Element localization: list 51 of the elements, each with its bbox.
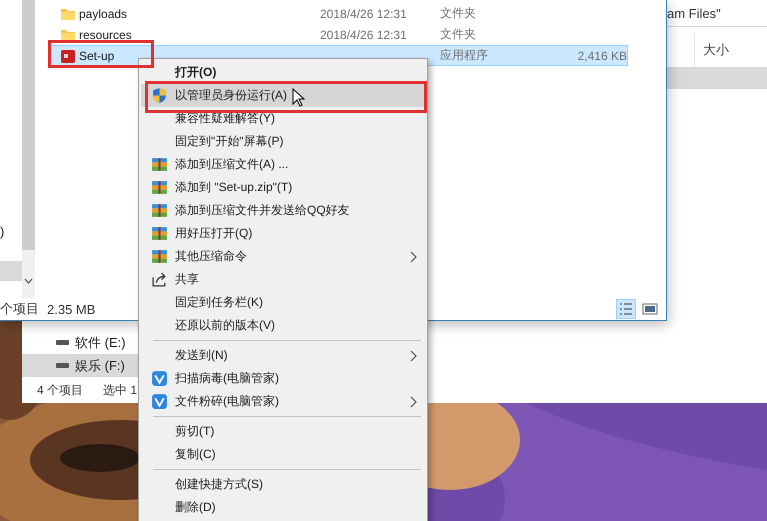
nav-item[interactable]: 娱乐 (F:) [22, 354, 138, 377]
scrollbar[interactable] [22, 0, 35, 298]
drive-icon [56, 363, 69, 368]
file-name: payloads [79, 6, 128, 20]
menu-item[interactable]: 固定到"开始"屏幕(P) [141, 130, 425, 153]
chevron-right-icon [410, 396, 417, 408]
file-type: 文件夹 [440, 5, 477, 22]
menu-item[interactable]: 文件粉碎(电脑管家) [141, 390, 425, 413]
status-text: 2.35 MB [47, 302, 96, 316]
menu-item[interactable]: 创建快捷方式(S) [141, 473, 425, 496]
file-date: 2018/4/26 12:31 [320, 28, 408, 42]
file-row[interactable]: resources 2018/4/26 12:31 文件夹 [48, 24, 628, 45]
chevron-right-icon [410, 350, 417, 362]
details-view-icon[interactable] [616, 299, 636, 319]
menu-item[interactable]: 用好压打开(Q) [141, 222, 425, 245]
archive-icon [151, 179, 168, 196]
nav-item[interactable]: ) [0, 224, 22, 239]
status-text: 4 个项目 [37, 382, 84, 398]
file-name: Set-up [79, 48, 116, 62]
app-icon [60, 48, 76, 64]
menu-item[interactable]: 添加到压缩文件(A) ... [141, 153, 425, 176]
chevron-right-icon [410, 251, 417, 263]
menu-item[interactable]: 复制(C) [141, 443, 425, 466]
menu-item[interactable]: 还原以前的版本(V) [141, 314, 425, 337]
file-date: 2018/4/26 12:31 [320, 6, 408, 20]
archive-icon [151, 202, 168, 219]
share-icon [151, 271, 168, 288]
menu-item[interactable]: 添加到 "Set-up.zip"(T) [141, 176, 425, 199]
scroll-down-icon[interactable] [24, 278, 33, 284]
file-size: 2,416 KB [576, 48, 627, 62]
menu-item[interactable]: 以管理员身份运行(A) [141, 84, 425, 107]
menu-item[interactable]: 其他压缩命令 [141, 245, 425, 268]
file-type: 文件夹 [440, 26, 477, 43]
file-name: resources [79, 28, 133, 42]
file-type: 应用程序 [440, 47, 489, 64]
menu-item[interactable]: 固定到任务栏(K) [141, 291, 425, 314]
archive-icon [151, 156, 168, 173]
status-text: 个项目 [0, 300, 39, 318]
nav-item[interactable]: 软件 (E:) [22, 331, 138, 354]
menu-item[interactable]: 剪切(T) [141, 420, 425, 443]
menu-item[interactable]: 发送到(N) [141, 344, 425, 367]
cursor-icon [292, 88, 306, 108]
menu-item[interactable]: 删除(D) [141, 496, 425, 519]
status-text: 选中 1 [103, 382, 138, 398]
file-row[interactable]: payloads 2018/4/26 12:31 文件夹 [48, 3, 628, 24]
archive-icon [151, 225, 168, 242]
drive-icon [56, 340, 69, 345]
menu-item[interactable]: 扫描病毒(电脑管家) [141, 367, 425, 390]
menu-item[interactable]: 添加到压缩文件并发送给QQ好友 [141, 199, 425, 222]
menu-item[interactable]: 共享 [141, 268, 425, 291]
archive-icon [151, 248, 168, 265]
